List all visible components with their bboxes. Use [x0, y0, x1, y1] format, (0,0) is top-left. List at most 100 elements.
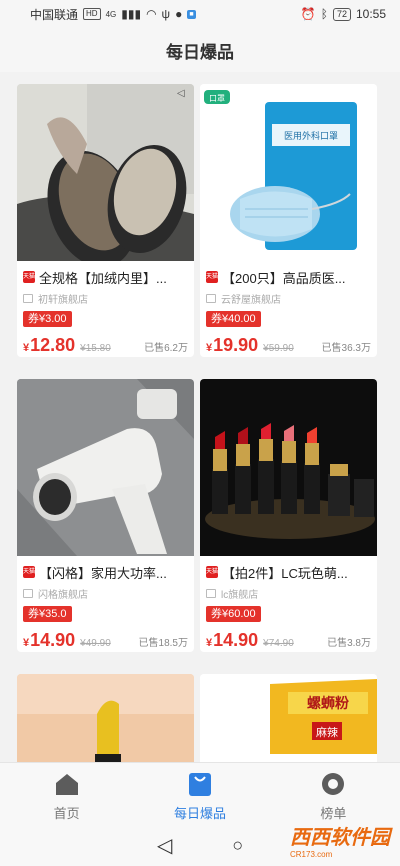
status-left: 中国联通 HD 4G ▮▮▮ ◠ ψ ● ■: [30, 6, 196, 23]
svg-text:◁: ◁: [177, 88, 185, 99]
ranking-icon: [322, 773, 345, 795]
price: ¥12.80: [23, 335, 75, 356]
shop-name: 初轩旗舰店: [38, 294, 88, 306]
product-card[interactable]: [17, 674, 194, 762]
tmall-icon: 天猫: [23, 271, 35, 283]
product-image[interactable]: [200, 379, 377, 556]
product-title-row[interactable]: 天猫 【200只】高品质医...: [200, 268, 377, 286]
slippers-photo: ◁: [17, 84, 194, 261]
product-image[interactable]: [17, 674, 194, 762]
lipsticks-photo: [200, 379, 377, 556]
shop-icon: [206, 588, 216, 598]
product-title: 全规格【加绒内里】...: [39, 270, 167, 286]
shop-row: lc旗舰店: [200, 586, 377, 601]
shop-row: 闪格旗舰店: [17, 586, 194, 601]
tmall-icon: 天猫: [23, 566, 35, 578]
clock: 10:55: [355, 7, 386, 21]
tmall-icon: 天猫: [206, 566, 218, 578]
original-price: ¥15.80: [80, 343, 111, 354]
original-price: ¥59.90: [263, 343, 294, 354]
snack-flavor-label: 麻辣: [316, 725, 338, 739]
snack-name-label: 螺蛳粉: [307, 695, 349, 711]
usb-icon: ψ: [161, 7, 171, 21]
price-row: ¥19.90 ¥59.90 已售36.3万: [200, 335, 377, 357]
sold-count: 已售3.8万: [327, 638, 371, 649]
product-grid[interactable]: ◁ 天猫 全规格【加绒内里】... 初轩旗舰店 券¥3.00 ¥12.80 ¥1…: [0, 72, 400, 762]
product-card[interactable]: ◁ 天猫 全规格【加绒内里】... 初轩旗舰店 券¥3.00 ¥12.80 ¥1…: [17, 84, 194, 357]
product-title: 【拍2件】LC玩色萌...: [222, 565, 348, 581]
battery-level: 72: [332, 7, 351, 21]
product-title-row[interactable]: 天猫 【闪格】家用大功率...: [17, 563, 194, 581]
sold-count: 已售18.5万: [138, 638, 188, 649]
product-card[interactable]: 天猫 【闪格】家用大功率... 闪格旗舰店 券¥35.0 ¥14.90 ¥49.…: [17, 379, 194, 652]
coupon-badge[interactable]: 券¥3.00: [23, 311, 72, 327]
message-icon: ●: [175, 7, 183, 21]
coupon-badge[interactable]: 券¥60.00: [206, 606, 261, 622]
shopping-bag-icon: [188, 773, 211, 796]
nav-label: 每日爆品: [173, 806, 226, 821]
product-card[interactable]: 天猫 【拍2件】LC玩色萌... lc旗舰店 券¥60.00 ¥14.90 ¥7…: [200, 379, 377, 652]
alarm-icon: ⏰: [300, 7, 316, 21]
watermark-subtext: CR173.com: [290, 850, 333, 859]
shop-row: 云舒屋旗舰店: [200, 291, 377, 306]
tmall-icon: 天猫: [206, 271, 218, 283]
shop-icon: [206, 293, 216, 303]
page-header: 每日爆品: [0, 28, 400, 72]
wifi-icon: ◠: [146, 7, 157, 21]
product-image[interactable]: [17, 379, 194, 556]
nav-item-ranking[interactable]: 榜单: [267, 763, 400, 824]
status-right: ⏰ ᛒ 72 10:55: [301, 7, 386, 21]
price: ¥14.90: [23, 630, 75, 651]
price-value: 19.90: [213, 335, 259, 355]
currency-symbol: ¥: [23, 637, 30, 649]
signal-icon: ▮▮▮: [121, 7, 142, 21]
home-circle-icon[interactable]: ○: [232, 835, 243, 856]
app-notification-icon: ■: [187, 9, 196, 19]
snack-photo: 螺蛳粉 麻辣: [200, 674, 377, 762]
currency-symbol: ¥: [206, 342, 213, 354]
currency-symbol: ¥: [206, 637, 213, 649]
shop-name: 闪格旗舰店: [38, 589, 88, 601]
shop-icon: [23, 588, 33, 598]
watermark-text: 西西软件园: [290, 827, 390, 849]
price-row: ¥14.90 ¥74.90 已售3.8万: [200, 630, 377, 652]
product-image[interactable]: 螺蛳粉 麻辣: [200, 674, 377, 762]
currency-symbol: ¥: [23, 342, 30, 354]
signal-label: 4G: [105, 9, 117, 19]
product-title: 【闪格】家用大功率...: [39, 565, 167, 581]
price-row: ¥12.80 ¥15.80 已售6.2万: [17, 335, 194, 357]
mask-brand-label: 口罩: [209, 94, 225, 103]
masks-photo: 口罩 医用外科口罩: [200, 84, 377, 261]
watermark-logo: 西西软件园 CR173.com: [290, 818, 390, 862]
product-card[interactable]: 口罩 医用外科口罩 天猫 【200只】高品质医... 云舒屋旗舰店 券¥40.0…: [200, 84, 377, 357]
hair-dryer-photo: [17, 379, 194, 556]
home-icon: [55, 774, 78, 795]
nav-item-home[interactable]: 首页: [0, 763, 133, 824]
shop-icon: [23, 293, 33, 303]
mask-pack-label: 医用外科口罩: [284, 130, 338, 141]
shop-row: 初轩旗舰店: [17, 291, 194, 306]
price-value: 14.90: [30, 630, 76, 650]
coupon-badge[interactable]: 券¥40.00: [206, 311, 261, 327]
product-title-row[interactable]: 天猫 【拍2件】LC玩色萌...: [200, 563, 377, 581]
product-title: 【200只】高品质医...: [222, 270, 346, 286]
status-bar: 中国联通 HD 4G ▮▮▮ ◠ ψ ● ■ ⏰ ᛒ 72 10:55: [0, 0, 400, 28]
product-image[interactable]: ◁: [17, 84, 194, 261]
coupon-badge[interactable]: 券¥35.0: [23, 606, 72, 622]
sold-count: 已售36.3万: [321, 343, 371, 354]
product-title-row[interactable]: 天猫 全规格【加绒内里】...: [17, 268, 194, 286]
price: ¥14.90: [206, 630, 258, 651]
back-icon[interactable]: ◁: [157, 833, 172, 858]
yellow-lipstick-photo: [17, 674, 194, 762]
original-price: ¥74.90: [263, 638, 294, 649]
product-image[interactable]: 口罩 医用外科口罩: [200, 84, 377, 261]
hd-badge: HD: [83, 8, 101, 20]
nav-label: 首页: [53, 806, 80, 821]
bluetooth-icon: ᛒ: [320, 7, 328, 21]
nav-item-daily-hot[interactable]: 每日爆品: [133, 763, 266, 824]
bottom-nav: 首页 每日爆品 榜单: [0, 762, 400, 824]
price: ¥19.90: [206, 335, 258, 356]
price-row: ¥14.90 ¥49.90 已售18.5万: [17, 630, 194, 652]
carrier-label: 中国联通: [30, 7, 79, 22]
product-card[interactable]: 螺蛳粉 麻辣: [200, 674, 377, 762]
